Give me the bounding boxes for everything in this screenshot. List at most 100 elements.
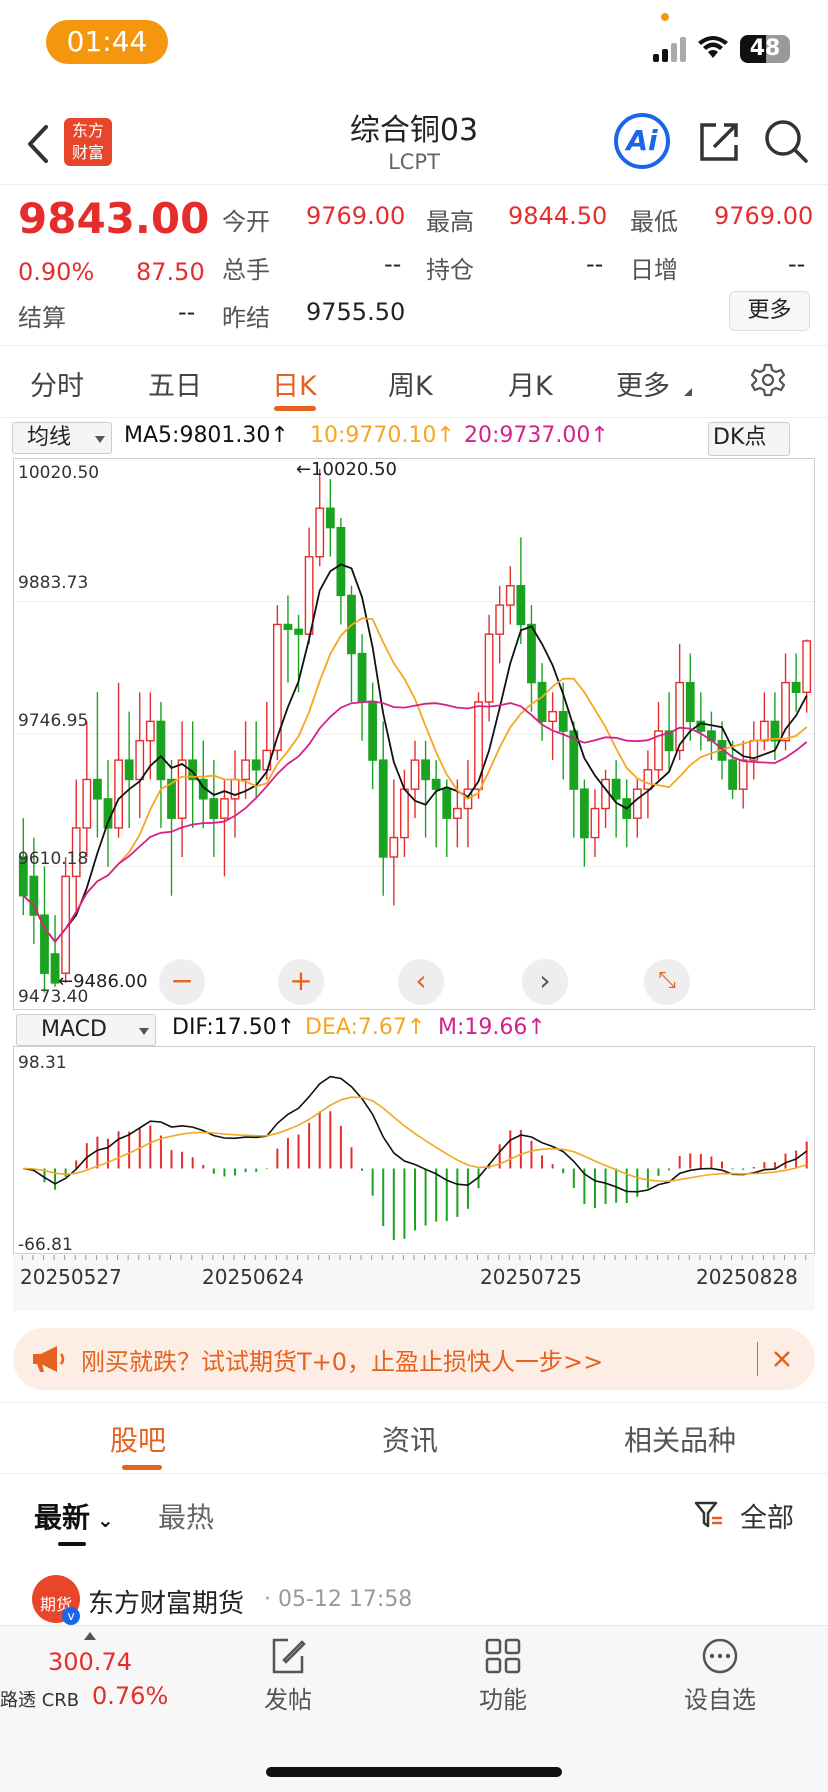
- candle-body: [643, 769, 653, 790]
- more-quote-button[interactable]: 更多: [729, 291, 810, 331]
- caret-up-icon: [84, 1632, 96, 1640]
- tab-daily-k[interactable]: 日K: [272, 364, 317, 403]
- search-icon[interactable]: [762, 117, 810, 165]
- candle-body: [452, 807, 462, 819]
- nav-functions[interactable]: 功能: [443, 1636, 563, 1715]
- macd-chart[interactable]: 98.31 -66.81: [13, 1046, 815, 1255]
- candle-body: [728, 759, 738, 790]
- macd-indicator-row: MACD DIF:17.50↑ DEA:7.67↑ M:19.66↑: [0, 1012, 828, 1048]
- candle-body: [177, 759, 187, 819]
- sort-hot[interactable]: 最热: [158, 1496, 214, 1536]
- gear-icon[interactable]: [750, 362, 786, 398]
- index-name: 路透 CRB: [0, 1690, 80, 1711]
- candle-body: [135, 740, 145, 781]
- privacy-indicator: [661, 13, 669, 21]
- active-tab-indicator: [274, 406, 316, 411]
- fullscreen-button[interactable]: ⤡: [644, 959, 690, 1005]
- x-tick-label: 20250527: [20, 1265, 122, 1289]
- zoom-out-button[interactable]: −: [159, 959, 205, 1005]
- post-time: · 05-12 17:58: [264, 1587, 413, 1612]
- post-author[interactable]: 东方财富期货: [88, 1583, 244, 1620]
- nav-add-watchlist[interactable]: 设自选: [660, 1636, 780, 1715]
- y-tick-label: 9746.95: [18, 711, 89, 731]
- candle-body: [505, 585, 515, 606]
- pan-left-button[interactable]: ‹: [398, 959, 444, 1005]
- verified-icon: v: [62, 1607, 80, 1625]
- pan-right-button[interactable]: ›: [522, 959, 568, 1005]
- candle-body: [145, 720, 155, 742]
- ma-select[interactable]: 均线: [12, 422, 112, 454]
- more-caret-icon: [684, 388, 692, 396]
- index-value[interactable]: 300.74: [48, 1648, 132, 1676]
- volume-value: --: [384, 250, 402, 278]
- promo-banner[interactable]: 刚买就跌？试试期货T+0，止盈止损快人一步>>: [13, 1328, 815, 1390]
- tab-more[interactable]: 更多: [616, 364, 670, 403]
- candle-body: [294, 628, 303, 635]
- high-label: 最高: [426, 208, 474, 236]
- chevron-down-icon: ⌄: [90, 1508, 114, 1532]
- ai-assistant-button[interactable]: Ai: [614, 113, 670, 169]
- candle-body: [315, 507, 325, 558]
- chevron-down-icon: [139, 1028, 149, 1035]
- index-change: 0.76%: [92, 1682, 169, 1710]
- dk-point-select[interactable]: DK点: [708, 422, 790, 456]
- candle-body: [92, 778, 102, 800]
- candle-body: [548, 710, 558, 723]
- close-icon[interactable]: [773, 1350, 791, 1368]
- candle-body: [241, 759, 251, 781]
- tab-news[interactable]: 资讯: [382, 1419, 438, 1459]
- filter-icon[interactable]: [694, 1500, 724, 1530]
- more-circle-icon: [702, 1638, 738, 1674]
- zoom-in-button[interactable]: +: [278, 959, 324, 1005]
- tab-intraday[interactable]: 分时: [30, 364, 84, 403]
- low-label: 最低: [630, 208, 678, 236]
- candle-body: [590, 807, 600, 839]
- sort-latest[interactable]: 最新 ⌄: [34, 1496, 114, 1536]
- candle-body: [601, 778, 610, 810]
- section-tabs: 股吧 资讯 相关品种: [0, 1402, 828, 1474]
- y-tick-label: 98.31: [18, 1053, 67, 1073]
- status-time: 01:44: [46, 20, 168, 64]
- tab-forum[interactable]: 股吧: [110, 1419, 166, 1459]
- grid-icon: [485, 1638, 521, 1674]
- promo-text: 刚买就跌？试试期货T+0，止盈止损快人一步>>: [81, 1348, 604, 1376]
- post-header[interactable]: 期货 v 东方财富期货 · 05-12 17:58: [0, 1575, 828, 1625]
- macd-select[interactable]: MACD: [16, 1014, 156, 1046]
- tab-related[interactable]: 相关品种: [624, 1419, 736, 1459]
- prev-settle-value: 9755.50: [306, 298, 406, 326]
- home-indicator: [266, 1767, 562, 1777]
- candle-body: [738, 759, 748, 790]
- candle-body: [114, 759, 123, 829]
- tab-monthly-k[interactable]: 月K: [508, 364, 553, 403]
- ma20-value: 20:9737.00↑: [464, 423, 609, 448]
- candle-body: [537, 681, 547, 723]
- candle-body: [759, 720, 769, 742]
- kline-chart[interactable]: 10020.50 9883.73 9746.95 9610.18 9473.40…: [13, 458, 815, 1010]
- candle-body: [209, 798, 219, 819]
- candle-body: [82, 778, 92, 829]
- battery-indicator: 48: [740, 35, 790, 63]
- x-axis-ticks: [21, 1255, 807, 1260]
- candle-body: [579, 788, 589, 839]
- macd-svg: [23, 1075, 808, 1241]
- active-sort-indicator: [58, 1542, 86, 1546]
- change-percent: 0.90%: [18, 258, 95, 286]
- candle-body: [516, 585, 526, 626]
- edit-icon: [272, 1638, 306, 1674]
- open-label: 今开: [222, 208, 270, 236]
- candle-body: [368, 701, 378, 761]
- high-value: 9844.50: [508, 202, 608, 230]
- tab-weekly-k[interactable]: 周K: [388, 364, 433, 403]
- dif-value: DIF:17.50↑: [172, 1015, 296, 1040]
- candle-body: [495, 604, 505, 635]
- kline-svg: [14, 469, 814, 993]
- candle-body: [442, 788, 452, 819]
- settle-label: 结算: [18, 304, 66, 332]
- filter-all[interactable]: 全部: [740, 1496, 794, 1535]
- share-icon[interactable]: [696, 117, 744, 165]
- candle-body: [283, 623, 293, 631]
- active-tab-indicator: [122, 1465, 162, 1470]
- tab-five-day[interactable]: 五日: [148, 364, 202, 403]
- nav-post[interactable]: 发帖: [228, 1636, 348, 1715]
- min-price-marker: ←9486.00: [58, 971, 148, 992]
